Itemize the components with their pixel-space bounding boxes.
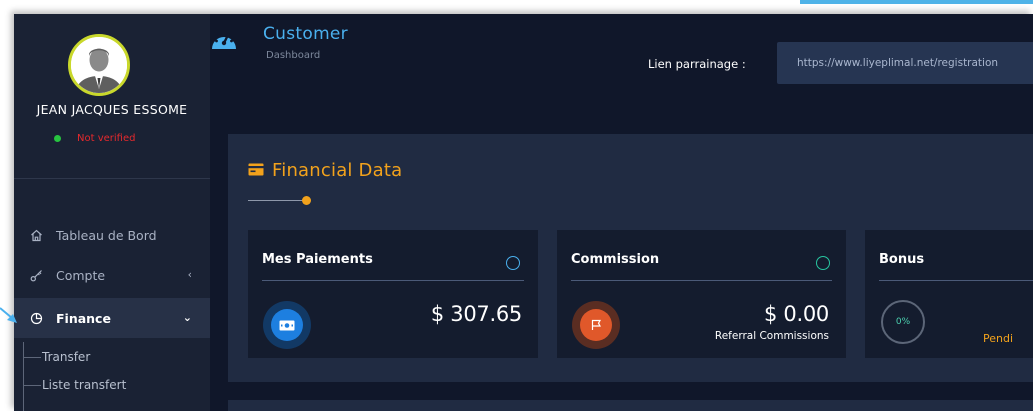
circle-icon[interactable] xyxy=(816,256,830,270)
page-title: Customer xyxy=(263,24,348,44)
wallet-icon xyxy=(248,161,264,180)
avatar[interactable] xyxy=(68,34,130,96)
sidebar: JEAN JACQUES ESSOME Not verified Tableau… xyxy=(14,14,210,411)
sidebar-item-label: Tableau de Bord xyxy=(56,227,157,243)
submenu-item-liste-transfert[interactable]: Liste transfert xyxy=(23,378,126,392)
status-dot-icon xyxy=(54,135,61,142)
sidebar-item-label: Finance xyxy=(56,310,111,326)
sidebar-divider xyxy=(14,178,210,179)
money-icon xyxy=(263,301,311,349)
pointer-arrow-icon xyxy=(0,307,17,323)
submenu-item-transfer[interactable]: Transfer xyxy=(23,350,90,364)
submenu-label: Liste transfert xyxy=(42,378,127,392)
card-divider xyxy=(571,280,832,281)
financial-title: Financial Data xyxy=(248,160,402,181)
card-title: Commission xyxy=(571,252,660,267)
referral-label: Lien parrainage : xyxy=(648,57,746,71)
app-window: JEAN JACQUES ESSOME Not verified Tableau… xyxy=(14,14,1033,411)
status-text: Not verified xyxy=(77,133,136,144)
card-commission[interactable]: Commission $ 0.00 Referral Commissions xyxy=(557,230,846,358)
next-panel xyxy=(228,400,1033,411)
title-underline-dot xyxy=(302,196,311,205)
circle-icon[interactable] xyxy=(506,256,520,270)
top-accent-bar xyxy=(800,0,1033,4)
commission-amount: $ 0.00 xyxy=(764,302,829,326)
title-underline xyxy=(248,200,304,201)
page-subtitle: Dashboard xyxy=(266,50,321,61)
speedometer-icon xyxy=(210,28,238,52)
payments-amount: $ 307.65 xyxy=(430,302,522,326)
home-icon xyxy=(29,228,43,242)
verification-status: Not verified xyxy=(54,133,135,144)
progress-value: 0% xyxy=(895,317,911,327)
card-divider xyxy=(262,280,524,281)
sidebar-item-label: Compte xyxy=(56,267,106,283)
submenu-tick xyxy=(23,384,41,386)
pie-chart-icon xyxy=(29,311,43,325)
user-avatar-icon xyxy=(71,37,127,93)
card-bonus[interactable]: Bonus 0% Pendi xyxy=(865,230,1033,358)
card-title: Bonus xyxy=(879,252,925,267)
card-title: Mes Paiements xyxy=(262,252,373,267)
user-name: JEAN JACQUES ESSOME xyxy=(36,102,188,117)
card-mes-paiements[interactable]: Mes Paiements $ 307.65 xyxy=(248,230,538,358)
flag-icon xyxy=(572,301,620,349)
financial-title-text: Financial Data xyxy=(272,160,403,181)
progress-ring: 0% xyxy=(881,300,925,344)
sidebar-item-finance[interactable]: Finance ⌄ xyxy=(14,298,210,338)
referral-link-input[interactable] xyxy=(777,42,1033,84)
submenu-label: Transfer xyxy=(42,350,91,364)
commission-subtitle: Referral Commissions xyxy=(714,330,829,342)
key-icon xyxy=(29,268,43,282)
bonus-status: Pendi xyxy=(983,332,1014,345)
card-divider xyxy=(879,280,1033,281)
sidebar-item-tableau-de-bord[interactable]: Tableau de Bord xyxy=(14,216,210,254)
sidebar-item-compte[interactable]: Compte ‹ xyxy=(14,256,210,294)
chevron-left-icon: ‹ xyxy=(187,268,192,281)
chevron-down-icon: ⌄ xyxy=(182,311,192,324)
submenu-tick xyxy=(23,356,41,358)
